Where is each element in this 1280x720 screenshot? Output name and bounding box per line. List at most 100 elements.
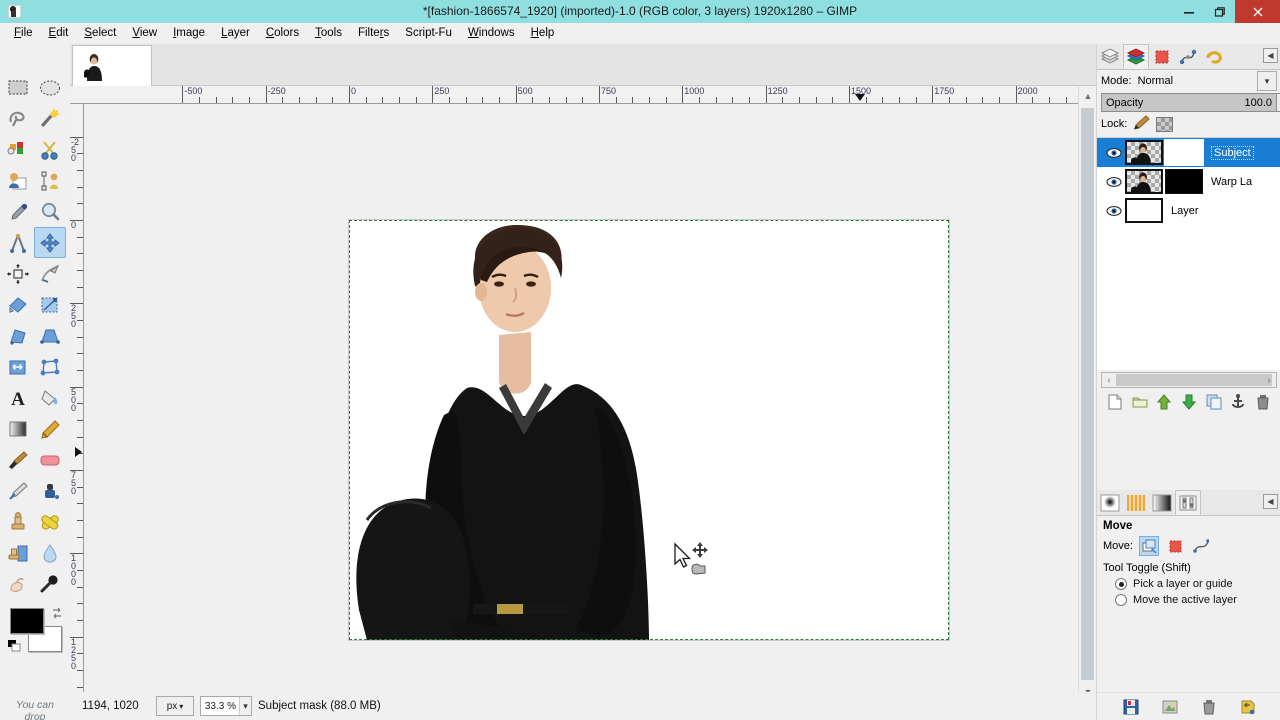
vertical-ruler[interactable]: -250 0 250 500 750 1000 1250 [70, 104, 84, 704]
paths-tool[interactable] [34, 165, 66, 196]
layer-visibility-eye-icon[interactable] [1103, 205, 1125, 217]
move-path-icon[interactable] [1191, 536, 1211, 556]
new-document-icon[interactable] [1105, 392, 1125, 412]
minimize-button[interactable] [1173, 0, 1204, 23]
close-button[interactable] [1235, 0, 1280, 23]
move-layer-icon[interactable] [1138, 536, 1159, 556]
select-by-color-tool[interactable] [2, 134, 34, 165]
arrow-down-icon[interactable] [1179, 392, 1199, 412]
menu-tools[interactable]: Tools [307, 25, 350, 41]
swap-colors-icon[interactable] [50, 606, 64, 620]
menu-select[interactable]: Select [76, 25, 124, 41]
paintbrush-tool[interactable] [2, 444, 34, 475]
color-picker-tool[interactable] [2, 196, 34, 227]
table-row[interactable]: Layer [1097, 196, 1280, 225]
scroll-left-arrow[interactable]: ‹ [1102, 375, 1116, 386]
canvas-image[interactable] [349, 220, 949, 640]
radio-button-icon[interactable] [1115, 594, 1127, 606]
layer-scroll-thumb[interactable] [1116, 374, 1272, 386]
scissors-select-tool[interactable] [34, 134, 66, 165]
menu-view[interactable]: View [124, 25, 165, 41]
layer-visibility-eye-icon[interactable] [1103, 176, 1125, 188]
unified-transform-tool[interactable] [34, 289, 66, 320]
layer-visibility-eye-icon[interactable] [1103, 147, 1125, 159]
blur-sharpen-tool[interactable] [34, 537, 66, 568]
layer-list-horizontal-scrollbar[interactable]: ‹ › [1101, 372, 1277, 388]
tab-tool-presets-brushes[interactable] [1097, 490, 1123, 515]
free-select-tool[interactable] [2, 103, 34, 134]
radio-button-icon[interactable] [1115, 578, 1127, 590]
restore-icon[interactable] [1160, 697, 1180, 717]
cage-transform-tool[interactable] [34, 351, 66, 382]
tab-patterns[interactable] [1123, 490, 1149, 515]
tab-brushes-stack[interactable] [1097, 44, 1123, 69]
reset-icon[interactable] [1238, 697, 1258, 717]
menu-colors[interactable]: Colors [258, 25, 307, 41]
dock-menu-button[interactable]: ◀ [1263, 48, 1278, 63]
measure-tool[interactable] [2, 227, 34, 258]
menu-layer[interactable]: Layer [213, 25, 258, 41]
horizontal-ruler[interactable]: -500 -250 0 250 500 750 1000 1250 1500 1750 2000 [70, 86, 1078, 104]
perspective-clone-tool[interactable] [2, 537, 34, 568]
ellipse-select-tool[interactable] [34, 72, 66, 103]
menu-edit[interactable]: Edit [41, 25, 77, 41]
trash-icon[interactable] [1199, 697, 1219, 717]
warp-transform-tool[interactable] [34, 258, 66, 289]
layer-mask-thumbnail[interactable] [1165, 169, 1203, 194]
tool-options-menu-button[interactable]: ◀ [1263, 494, 1278, 509]
menu-filters[interactable]: Filters [350, 25, 397, 41]
fuzzy-select-tool[interactable] [34, 103, 66, 134]
gradient-tool[interactable] [2, 413, 34, 444]
heal-tool[interactable] [34, 506, 66, 537]
ink-tool[interactable] [34, 475, 66, 506]
duplicate-icon[interactable] [1204, 392, 1224, 412]
menu-windows[interactable]: Windows [460, 25, 523, 41]
lock-pixels-brush-icon[interactable] [1133, 115, 1151, 133]
perspective-tool[interactable] [34, 320, 66, 351]
anchor-icon[interactable] [1228, 392, 1248, 412]
smudge-tool[interactable] [2, 568, 34, 599]
rotate-tool[interactable] [2, 320, 34, 351]
canvas-vertical-scrollbar[interactable]: ▲ ▼ [1078, 86, 1095, 704]
menu-script-fu[interactable]: Script-Fu [397, 25, 460, 41]
move-tool[interactable] [34, 227, 66, 258]
table-row[interactable]: Warp La [1097, 167, 1280, 196]
chevron-down-icon[interactable]: ▾ [239, 697, 251, 715]
table-row[interactable]: Subject [1097, 138, 1280, 167]
trash-icon[interactable] [1253, 392, 1273, 412]
radio-pick-a-layer-or-guide[interactable]: Pick a layer or guide [1097, 576, 1280, 592]
airbrush-tool[interactable] [2, 475, 34, 506]
lock-alpha-checker-icon[interactable] [1156, 116, 1174, 132]
pencil-tool[interactable] [34, 413, 66, 444]
reset-colors-icon[interactable] [8, 640, 22, 654]
opacity-spinner[interactable]: ▲▼ [1276, 93, 1280, 112]
menu-image[interactable]: Image [165, 25, 213, 41]
arrow-up-icon[interactable] [1154, 392, 1174, 412]
floppy-save-icon[interactable] [1121, 697, 1141, 717]
rect-select-tool[interactable] [2, 72, 34, 103]
crop-tool[interactable] [2, 289, 34, 320]
clone-stamp-tool[interactable] [2, 506, 34, 537]
tab-tool-options[interactable] [1175, 490, 1201, 515]
image-thumbnail-tab[interactable] [72, 45, 152, 86]
layer-list[interactable]: Subject Warp La Layer [1097, 137, 1280, 370]
folder-icon[interactable] [1130, 392, 1150, 412]
tab-channels[interactable] [1149, 44, 1175, 69]
tab-undo-history[interactable] [1201, 44, 1227, 69]
align-tool[interactable] [2, 258, 34, 289]
scroll-up-arrow[interactable]: ▲ [1082, 90, 1094, 102]
canvas-area[interactable] [84, 104, 1078, 704]
layer-mode-dropdown[interactable]: ▾ [1257, 71, 1277, 91]
zoom-tool[interactable] [34, 196, 66, 227]
layer-opacity-slider[interactable]: Opacity 100.0 ▲▼ [1101, 93, 1280, 112]
eraser-tool[interactable] [34, 444, 66, 475]
tab-layers[interactable] [1123, 44, 1149, 69]
foreground-color-swatch[interactable] [10, 608, 44, 634]
text-tool[interactable]: A [2, 382, 34, 413]
unit-selector[interactable]: px ▾ [156, 696, 194, 716]
move-selection-icon[interactable] [1165, 536, 1185, 556]
zoom-selector[interactable]: 33.3 % ▾ [200, 696, 252, 716]
menu-file[interactable]: File [6, 25, 41, 41]
foreground-select-tool[interactable] [2, 165, 34, 196]
vertical-scroll-thumb[interactable] [1081, 108, 1094, 680]
